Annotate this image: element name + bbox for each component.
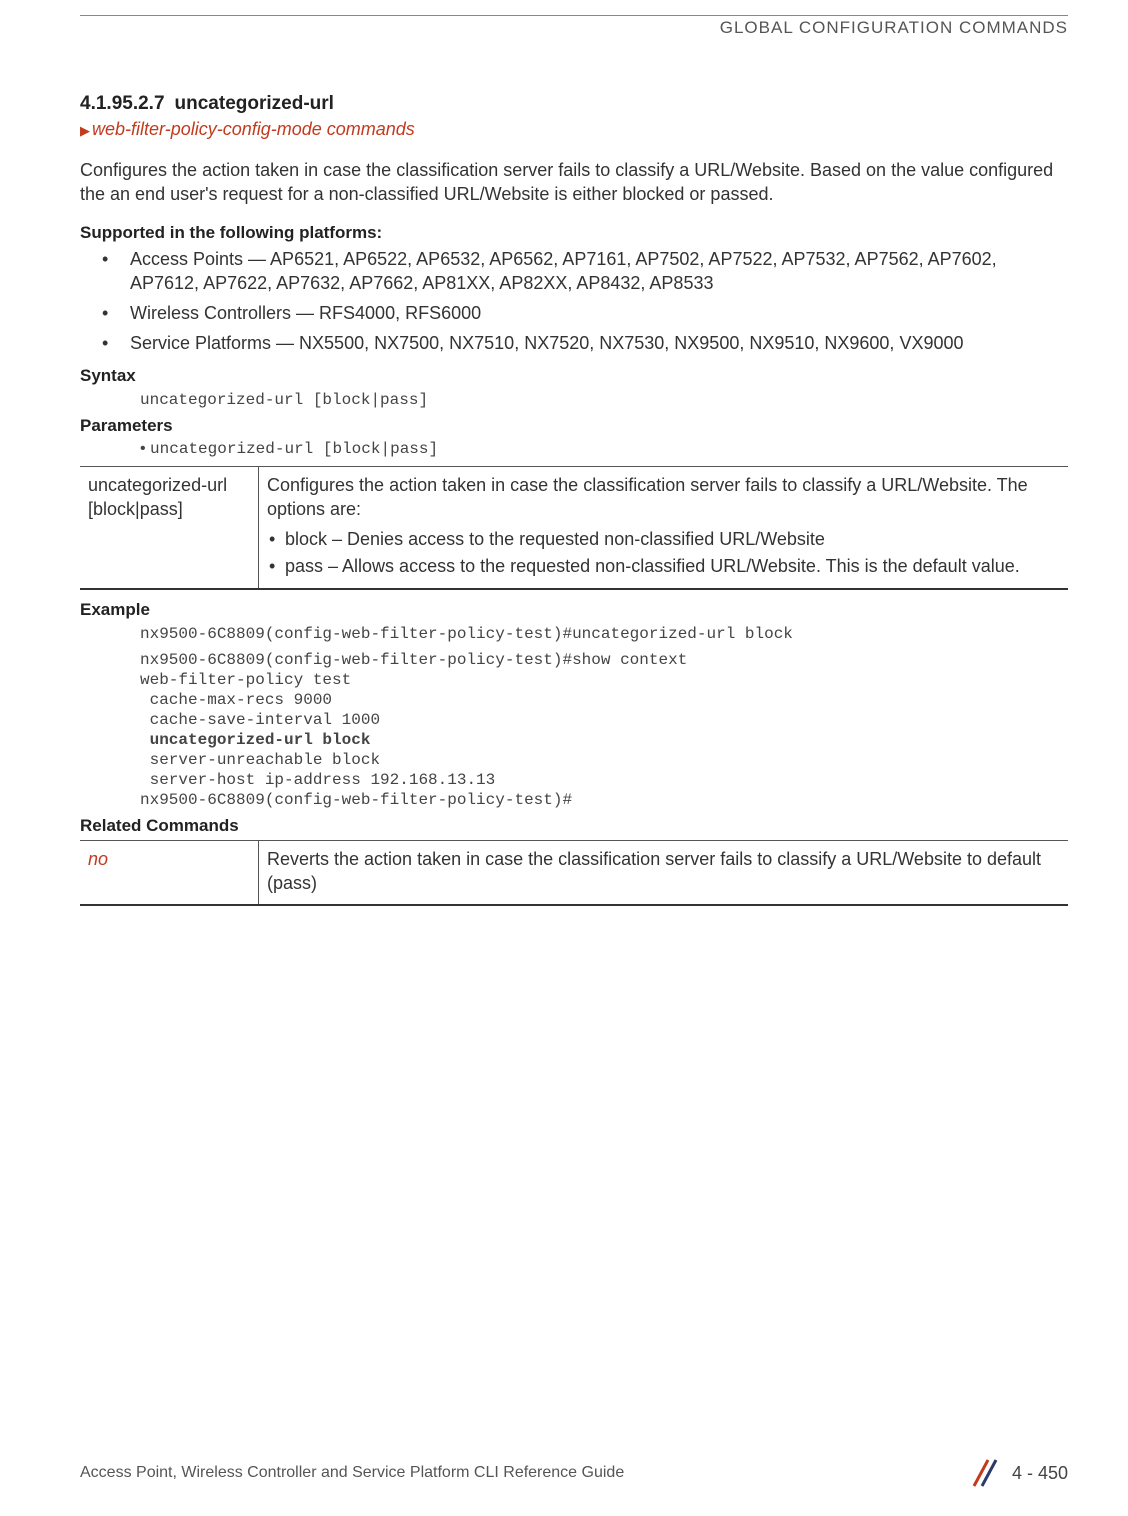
example-code-1: nx9500-6C8809(config-web-filter-policy-t…: [140, 624, 1068, 644]
related-table: no Reverts the action taken in case the …: [80, 840, 1068, 906]
section-number: 4.1.95.2.7: [80, 93, 165, 114]
section-heading: 4.1.95.2.7 uncategorized-url: [80, 93, 1068, 115]
page-footer: Access Point, Wireless Controller and Se…: [0, 1458, 1128, 1488]
syntax-code: uncategorized-url [block|pass]: [140, 390, 1068, 410]
page-number: 4 - 450: [1012, 1463, 1068, 1484]
list-item: Wireless Controllers — RFS4000, RFS6000: [130, 301, 1068, 325]
table-row: uncategorized-url [block|pass] Configure…: [80, 466, 1068, 589]
footer-slash-icon: [964, 1458, 998, 1488]
parameters-bullet: uncategorized-url [block|pass]: [140, 440, 1068, 458]
page-header-category: GLOBAL CONFIGURATION COMMANDS: [80, 18, 1068, 38]
breadcrumb-text: web-filter-policy-config-mode commands: [92, 119, 415, 139]
list-item: Service Platforms — NX5500, NX7500, NX75…: [130, 331, 1068, 355]
parameters-heading: Parameters: [80, 416, 1068, 436]
footer-guide-title: Access Point, Wireless Controller and Se…: [80, 1464, 624, 1482]
breadcrumb-arrow-icon: ▶: [80, 123, 90, 138]
example-heading: Example: [80, 600, 1068, 620]
syntax-heading: Syntax: [80, 366, 1068, 386]
related-heading: Related Commands: [80, 816, 1068, 836]
supported-heading: Supported in the following platforms:: [80, 223, 1068, 243]
breadcrumb[interactable]: ▶web-filter-policy-config-mode commands: [80, 119, 1068, 140]
param-desc-intro: Configures the action taken in case the …: [267, 473, 1058, 522]
list-item: Access Points — AP6521, AP6522, AP6532, …: [130, 247, 1068, 296]
supported-list: Access Points — AP6521, AP6522, AP6532, …: [80, 247, 1068, 356]
related-cmd[interactable]: no: [80, 840, 259, 904]
list-item: block – Denies access to the requested n…: [267, 527, 1058, 551]
intro-paragraph: Configures the action taken in case the …: [80, 158, 1068, 207]
param-name: uncategorized-url [block|pass]: [80, 466, 259, 589]
example-code-block: nx9500-6C8809(config-web-filter-policy-t…: [140, 650, 1068, 810]
parameters-table: uncategorized-url [block|pass] Configure…: [80, 466, 1068, 590]
list-item: pass – Allows access to the requested no…: [267, 554, 1058, 578]
section-title: uncategorized-url: [175, 93, 334, 114]
related-desc: Reverts the action taken in case the cla…: [259, 840, 1069, 904]
param-desc: Configures the action taken in case the …: [259, 466, 1069, 589]
table-row: no Reverts the action taken in case the …: [80, 840, 1068, 904]
